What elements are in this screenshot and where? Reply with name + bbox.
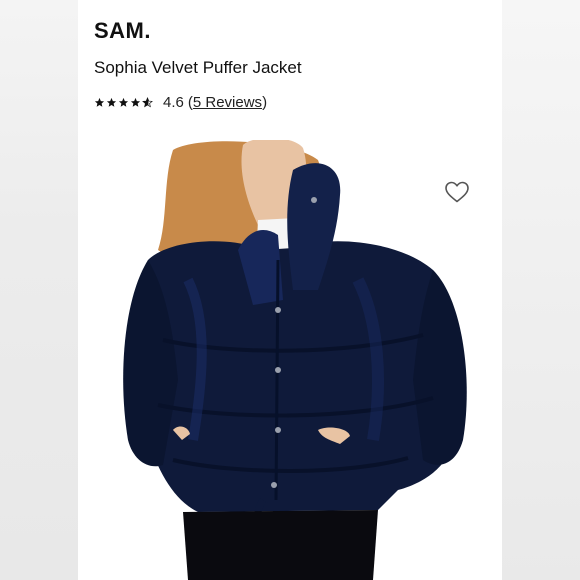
reviews-link[interactable]: (5 Reviews) <box>188 94 267 111</box>
star-icon <box>94 97 105 107</box>
star-rating <box>94 97 153 108</box>
jacket-illustration <box>123 137 467 580</box>
heart-icon[interactable] <box>444 180 470 204</box>
star-icon <box>118 97 129 107</box>
product-photo[interactable] <box>78 137 502 580</box>
star-half-icon <box>142 97 153 108</box>
rating-row: 4.6 (5 Reviews) <box>94 94 267 111</box>
product-card: SAM. Sophia Velvet Puffer Jacket 4.6 (5 … <box>78 0 502 580</box>
star-icon <box>106 97 117 107</box>
background-right <box>502 0 580 580</box>
background-left <box>0 0 78 580</box>
rating-value: 4.6 <box>163 94 184 111</box>
brand-name[interactable]: SAM. <box>94 18 151 44</box>
star-icon <box>130 97 141 107</box>
product-title: Sophia Velvet Puffer Jacket <box>94 58 302 77</box>
